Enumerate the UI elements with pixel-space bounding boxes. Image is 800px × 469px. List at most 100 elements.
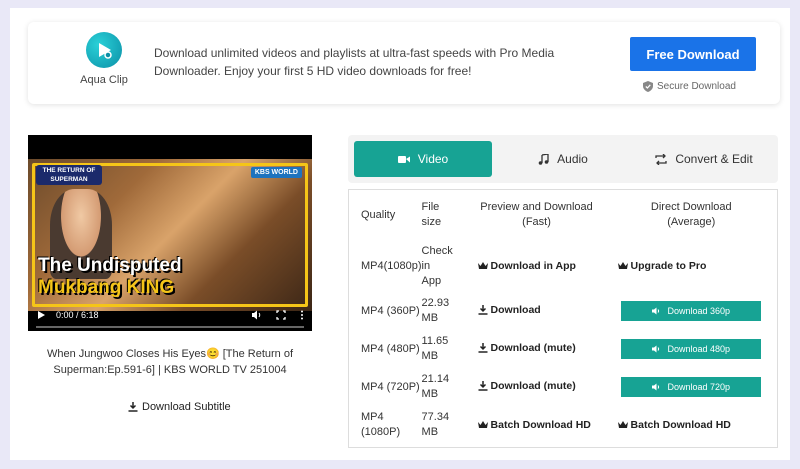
row-quality: MP4 (480P)	[361, 343, 420, 355]
row-preview: Download (mute)	[468, 368, 606, 406]
speaker-icon	[652, 345, 660, 353]
download-480p-button[interactable]: Download 480p	[621, 339, 762, 359]
row-size: 22.93 MB	[422, 292, 468, 330]
header-file-size-2: size	[421, 216, 442, 228]
row-direct: Upgrade to Pro	[606, 240, 777, 292]
download-table: Quality File size Preview and Download (…	[348, 189, 778, 448]
row-preview: Download	[468, 292, 606, 330]
row-size-part: 77.34	[421, 411, 450, 423]
download-icon	[478, 343, 488, 353]
preview-download-mute-link[interactable]: Download (mute)	[478, 380, 576, 392]
preview-download-mute-label: Download (mute)	[490, 380, 576, 392]
fullscreen-icon[interactable]	[276, 310, 286, 320]
tab-audio[interactable]: Audio	[498, 141, 628, 177]
row-size: 21.14 MB	[422, 368, 468, 406]
preview-download-mute-link[interactable]: Download (mute)	[478, 342, 576, 354]
header-direct-1: Direct Download	[650, 201, 732, 213]
table-row: MP4 (1080P) 77.34 MB Batch Download HD B…	[349, 406, 777, 444]
row-quality-part: MP4	[361, 411, 384, 423]
row-preview: Batch Download HD	[468, 406, 606, 444]
video-player[interactable]: THE RETURN OF SUPERMAN KBS WORLD The Und…	[28, 135, 312, 331]
row-quality: MP4(1080p)	[361, 260, 422, 272]
progress-bar[interactable]	[36, 326, 304, 328]
row-size-part: MB	[421, 350, 439, 362]
row-quality: MP4 (720P)	[361, 381, 420, 393]
row-size-part: MB	[421, 426, 439, 438]
volume-icon[interactable]	[251, 310, 262, 320]
crown-icon	[477, 261, 488, 269]
format-tabs: Video Audio Convert & Edit	[348, 135, 778, 183]
secure-label: Secure Download	[657, 81, 736, 92]
row-preview: Download in App	[468, 240, 606, 292]
row-size-part: MB	[421, 388, 439, 400]
row-quality: MP4 (1080P)	[349, 406, 422, 444]
header-quality: Quality	[361, 209, 396, 221]
row-size-part: in	[421, 259, 431, 272]
row-direct: Download 360p	[606, 292, 777, 330]
player-time: 0:00 / 6:18	[56, 310, 99, 320]
download-720p-label: Download 720p	[667, 382, 731, 392]
table-row: MP4(1080p) Check in App Download in App …	[349, 240, 777, 292]
download-subtitle-label: Download Subtitle	[142, 401, 231, 413]
row-quality-part: (1080P)	[361, 426, 401, 438]
row-direct: Download 480p	[606, 330, 777, 368]
batch-download-hd-direct-link[interactable]: Batch Download HD	[617, 418, 731, 431]
preview-download-link[interactable]: Download	[478, 304, 541, 316]
play-icon[interactable]	[36, 310, 46, 320]
promo-banner: Aqua Clip Download unlimited videos and …	[28, 22, 780, 104]
headline-line-2: Mukbang KING	[38, 277, 175, 298]
row-size-part: Check	[421, 244, 453, 257]
download-icon	[128, 402, 138, 412]
row-size-part: App	[421, 274, 442, 287]
batch-download-hd-link[interactable]: Batch Download HD	[477, 418, 591, 431]
download-in-app-link[interactable]: Download in App	[477, 259, 576, 272]
table-row: MP4 (720P) 21.14 MB Download (mute) Down…	[349, 368, 777, 406]
header-direct-2: (Average)	[667, 216, 716, 228]
download-icon	[478, 305, 488, 315]
row-size-part: 11.65	[421, 335, 449, 347]
speaker-icon	[652, 383, 660, 391]
shield-icon	[643, 81, 653, 92]
batch-download-hd-label: Batch Download HD	[490, 418, 591, 431]
download-360p-label: Download 360p	[667, 306, 731, 316]
convert-arrows-icon	[655, 153, 667, 165]
aqua-clip-logo-icon	[86, 32, 122, 68]
row-size-part: 21.14	[421, 373, 450, 385]
row-size-part: MB	[421, 312, 439, 324]
headline-line-1: The Undisputed	[38, 255, 182, 276]
upgrade-to-pro-link[interactable]: Upgrade to Pro	[617, 260, 706, 272]
download-720p-button[interactable]: Download 720p	[621, 377, 762, 397]
tab-video-label: Video	[417, 152, 449, 166]
header-file-size-1: File	[421, 201, 440, 213]
speaker-icon	[652, 307, 660, 315]
row-size: 11.65 MB	[422, 330, 468, 368]
player-controls: 0:00 / 6:18	[28, 299, 312, 331]
row-direct: Download 720p	[606, 368, 777, 406]
page: Aqua Clip Download unlimited videos and …	[10, 8, 790, 460]
download-subtitle-link[interactable]: Download Subtitle	[128, 401, 231, 413]
download-in-app-label: Download in App	[490, 259, 576, 272]
header-direct: Direct Download (Average)	[606, 190, 777, 240]
channel-tag: KBS WORLD	[250, 167, 302, 178]
preview-download-label: Download	[490, 304, 541, 316]
promo-text: Download unlimited videos and playlists …	[154, 46, 555, 78]
video-thumbnail: THE RETURN OF SUPERMAN KBS WORLD The Und…	[28, 159, 312, 311]
batch-download-hd-direct-label: Batch Download HD	[630, 418, 731, 431]
table-header: Quality File size Preview and Download (…	[349, 190, 777, 240]
row-preview: Download (mute)	[468, 330, 606, 368]
header-preview: Preview and Download (Fast)	[468, 190, 606, 240]
header-preview-1: Preview and Download	[480, 201, 593, 213]
row-size: Check in App	[422, 240, 468, 292]
more-options-icon[interactable]	[300, 310, 304, 320]
tab-convert-edit[interactable]: Convert & Edit	[634, 141, 774, 177]
free-download-button[interactable]: Free Download	[630, 37, 756, 71]
row-quality: MP4 (360P)	[361, 305, 420, 317]
tab-convert-edit-label: Convert & Edit	[675, 152, 753, 166]
show-tag: THE RETURN OF SUPERMAN	[36, 165, 102, 185]
aqua-clip-logo[interactable]: Aqua Clip	[64, 32, 144, 86]
music-note-icon	[538, 153, 549, 165]
download-360p-button[interactable]: Download 360p	[621, 301, 762, 321]
crown-icon	[617, 420, 628, 428]
preview-download-mute-label: Download (mute)	[490, 342, 576, 354]
tab-video[interactable]: Video	[354, 141, 492, 177]
